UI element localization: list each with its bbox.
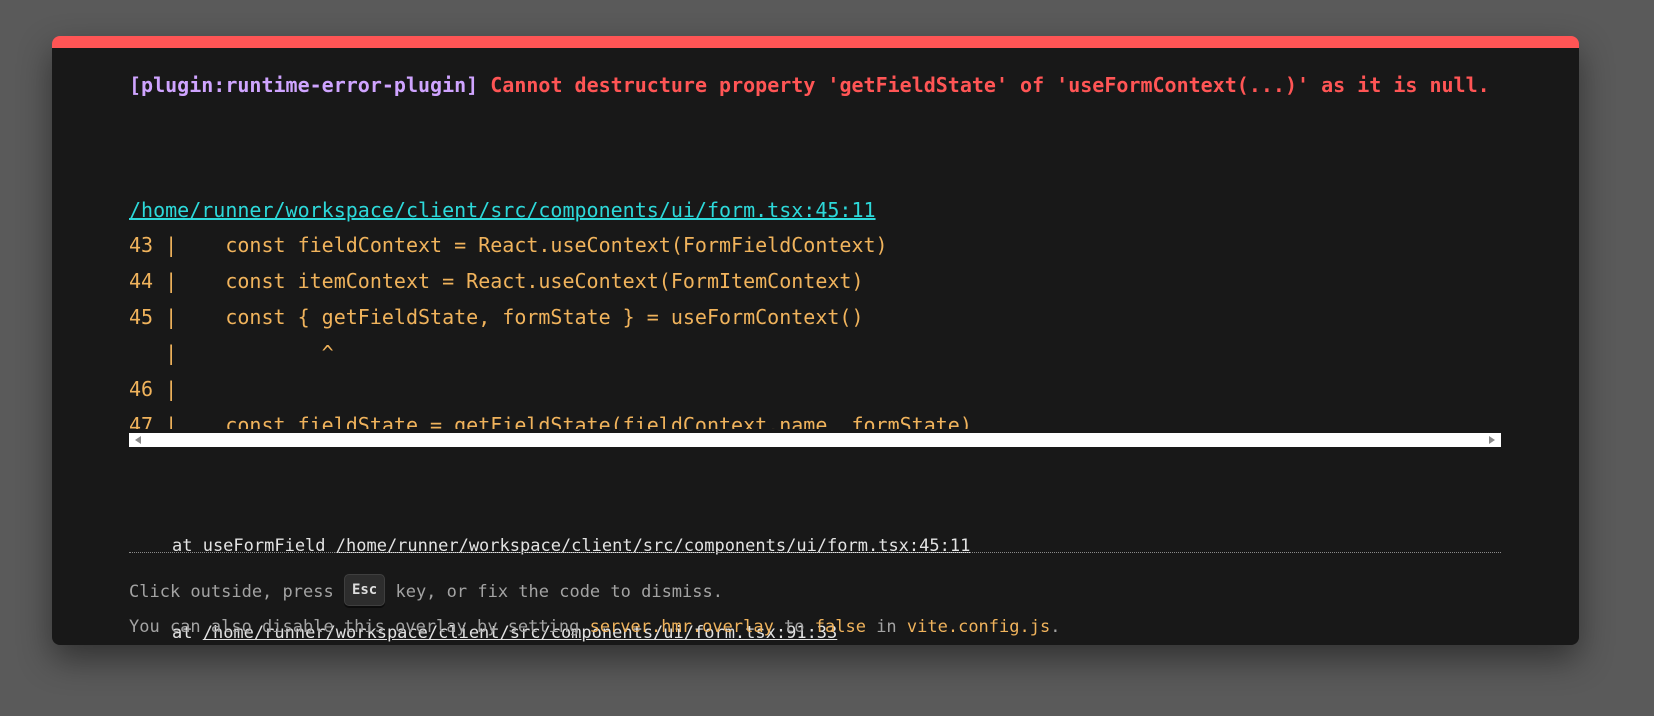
code-horizontal-scrollbar[interactable] [129, 433, 1501, 447]
code-line: 47 | const fieldState = getFieldState(fi… [129, 413, 972, 429]
tip-text: . [1050, 617, 1061, 637]
tip-text: You can also disable this overlay by set… [129, 617, 590, 637]
error-file-link[interactable]: /home/runner/workspace/client/src/compon… [129, 197, 876, 223]
tip-text: key, or fix the code to dismiss. [385, 582, 723, 602]
disable-overlay-tip: You can also disable this overlay by set… [129, 610, 1060, 644]
divider [129, 552, 1501, 553]
stack-frame-link[interactable]: /home/runner/workspace/client/src/compon… [336, 536, 971, 556]
scroll-right-arrow-icon[interactable] [1489, 436, 1495, 444]
config-file-code: vite.config.js [906, 617, 1051, 637]
error-text: Cannot destructure property 'getFieldSta… [490, 73, 1490, 97]
esc-key: Esc [343, 574, 386, 606]
plugin-tag: [plugin:runtime-error-plugin] [129, 73, 479, 97]
scroll-left-arrow-icon[interactable] [135, 436, 141, 444]
error-message: [plugin:runtime-error-plugin] Cannot des… [129, 70, 1501, 101]
code-line: 46 | [129, 377, 178, 401]
config-value-code: false [814, 617, 866, 637]
tip-text: to [773, 617, 815, 637]
code-line: 44 | const itemContext = React.useContex… [129, 269, 864, 293]
overlay-content: [plugin:runtime-error-plugin] Cannot des… [129, 70, 1501, 643]
dismiss-tip: Click outside, press Esc key, or fix the… [129, 574, 723, 609]
error-overlay-window: [plugin:runtime-error-plugin] Cannot des… [52, 36, 1579, 645]
tip-text: in [865, 617, 907, 637]
stack-frame-prefix: at useFormField [172, 536, 336, 556]
code-line-caret: | ^ [129, 341, 334, 365]
code-line: 43 | const fieldContext = React.useConte… [129, 233, 888, 257]
stack-frame: at useFormField /home/runner/workspace/c… [172, 532, 970, 561]
tip-text: Click outside, press [129, 582, 344, 602]
code-frame[interactable]: 43 | const fieldContext = React.useConte… [129, 227, 1501, 429]
config-option-code: server.hmr.overlay [589, 617, 774, 637]
code-line: 45 | const { getFieldState, formState } … [129, 305, 864, 329]
